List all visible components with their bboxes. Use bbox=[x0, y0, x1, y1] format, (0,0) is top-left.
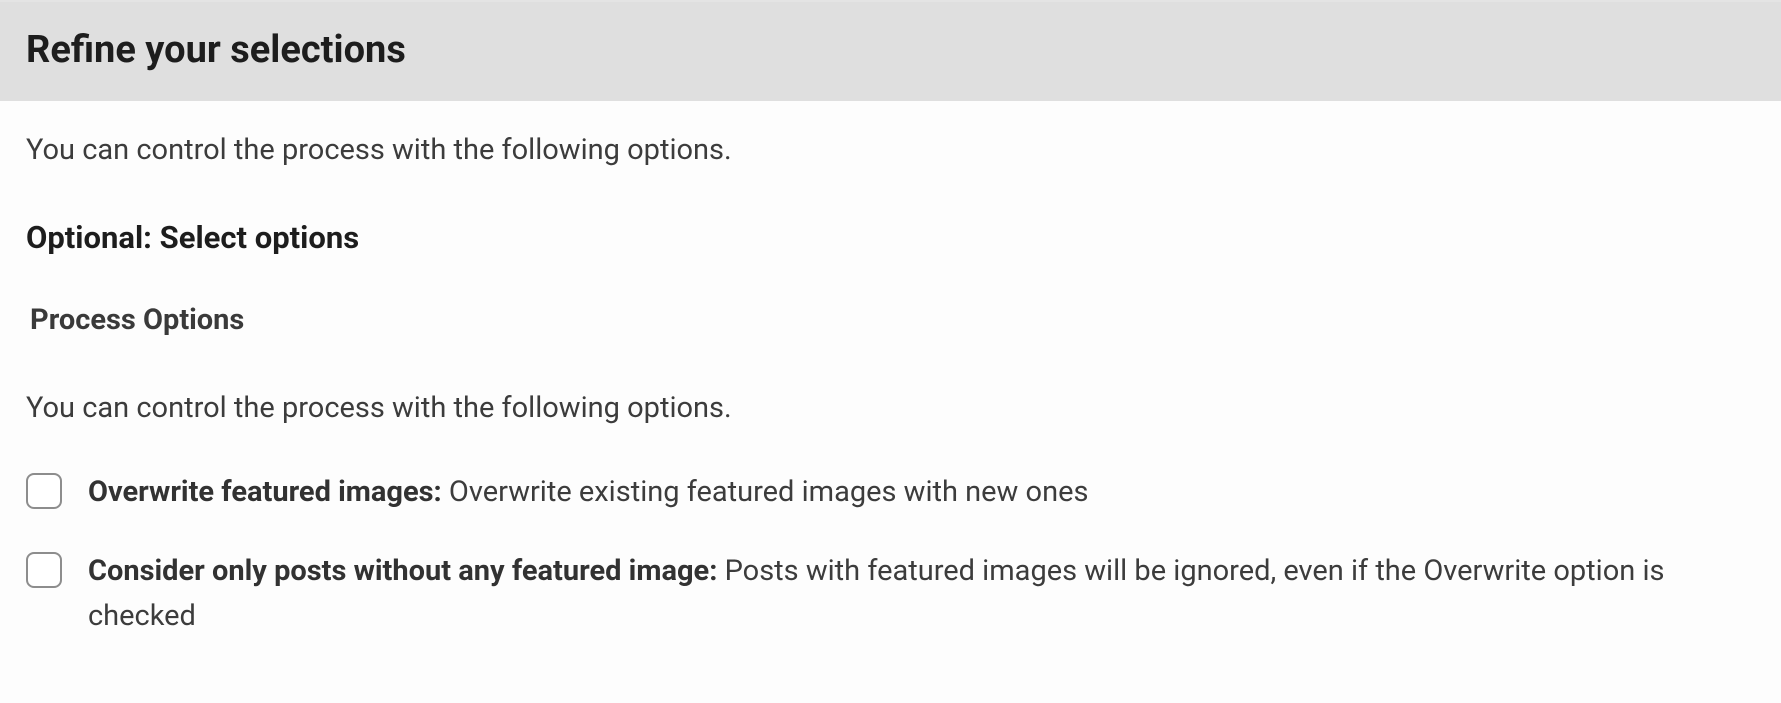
overwrite-featured-images-checkbox[interactable] bbox=[26, 473, 62, 509]
overwrite-featured-images-label-bold: Overwrite featured images: bbox=[88, 475, 442, 509]
intro-text: You can control the process with the fol… bbox=[26, 129, 1755, 173]
process-options-label: Process Options bbox=[30, 299, 1755, 343]
overwrite-featured-images-label-desc: Overwrite existing featured images with … bbox=[442, 475, 1089, 509]
optional-select-heading: Optional: Select options bbox=[26, 215, 1755, 262]
overwrite-featured-images-label: Overwrite featured images: Overwrite exi… bbox=[88, 470, 1088, 515]
section-title: Refine your selections bbox=[26, 22, 1755, 79]
consider-only-posts-checkbox[interactable] bbox=[26, 552, 62, 588]
consider-only-posts-label: Consider only posts without any featured… bbox=[88, 549, 1755, 639]
checkbox-row-consider-only: Consider only posts without any featured… bbox=[26, 549, 1755, 639]
process-options-description: You can control the process with the fol… bbox=[26, 387, 1755, 431]
consider-only-posts-label-bold: Consider only posts without any featured… bbox=[88, 554, 717, 588]
content-area: You can control the process with the fol… bbox=[0, 101, 1781, 701]
section-header: Refine your selections bbox=[0, 2, 1781, 101]
checkbox-row-overwrite: Overwrite featured images: Overwrite exi… bbox=[26, 470, 1755, 515]
